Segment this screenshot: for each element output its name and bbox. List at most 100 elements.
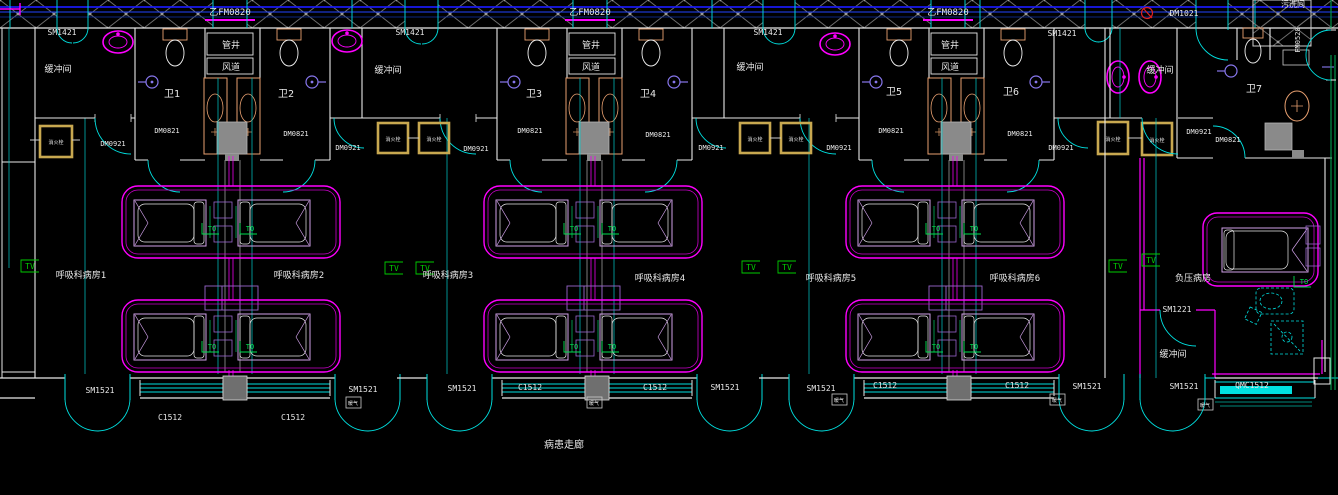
label-TV-70: TV xyxy=(1113,262,1123,271)
label-DM0921-39: DM0921 xyxy=(1048,144,1073,152)
label-DM0921-37: DM0921 xyxy=(698,144,723,152)
label-DM0821-27: DM0821 xyxy=(154,127,179,135)
label-TV-69: TV xyxy=(782,263,792,272)
dashed-equipment xyxy=(1245,288,1303,354)
label-fm0820-2: 乙FM0820 xyxy=(569,7,611,18)
label-SM1521-42: SM1521 xyxy=(86,386,115,395)
left-edge xyxy=(0,3,35,398)
label-DM0821-29: DM0821 xyxy=(517,127,542,135)
label-fm0520: FM0520 xyxy=(1294,27,1302,52)
label-暖气-94: 暖气 xyxy=(834,397,844,404)
label-C1512-49: C1512 xyxy=(158,413,182,422)
label-暖气-96: 暖气 xyxy=(1200,402,1210,409)
label-TV-67: TV xyxy=(420,264,430,273)
label-暖气-95: 暖气 xyxy=(1052,397,1062,404)
label-TO-84: TO xyxy=(1300,278,1308,286)
label-DM0821-32: DM0821 xyxy=(1007,130,1032,138)
label-消火栓-91: 消火栓 xyxy=(1149,137,1164,144)
label-消火栓-85: 消火栓 xyxy=(48,139,63,146)
label-room-5: 呼吸科病房5 xyxy=(806,272,856,284)
label-SM1521-43: SM1521 xyxy=(349,385,378,394)
label-TO-83: TO xyxy=(970,343,978,351)
label-TO-82: TO xyxy=(932,343,940,351)
sinks xyxy=(103,30,1161,93)
label-C1512-54: C1512 xyxy=(1005,381,1029,390)
cad-viewport[interactable]: 乙FM0820 乙FM0820 乙FM0820 DM1021 污洗间 SM1421 SM14… xyxy=(0,0,1338,495)
label-C1512-50: C1512 xyxy=(281,413,305,422)
label-shaft-1: 管井 xyxy=(222,39,240,51)
label-buffer-3: 缓冲间 xyxy=(736,61,763,73)
label-corridor: 病患走廊 xyxy=(544,438,584,451)
label-room-6: 呼吸科病房6 xyxy=(990,272,1040,284)
label-buffer-4: 缓冲间 xyxy=(1146,64,1173,76)
label-C1512-51: C1512 xyxy=(518,383,542,392)
label-DM0921-35: DM0921 xyxy=(335,144,360,152)
label-TO-80: TO xyxy=(932,225,940,233)
label-TO-76: TO xyxy=(570,225,578,233)
label-wc5: 卫5 xyxy=(886,87,902,98)
label-DM0821-28: DM0821 xyxy=(283,130,308,138)
label-TO-81: TO xyxy=(970,225,978,233)
label-TO-77: TO xyxy=(608,225,616,233)
label-TO-73: TO xyxy=(246,225,254,233)
label-sm1221: SM1221 xyxy=(1163,305,1192,314)
cad-canvas[interactable]: 乙FM0820 乙FM0820 乙FM0820 DM1021 污洗间 SM1421 SM14… xyxy=(0,0,1338,495)
label-TO-78: TO xyxy=(570,343,578,351)
label-TO-79: TO xyxy=(608,343,616,351)
ward-module-3 xyxy=(759,28,1124,431)
buffer-rooms xyxy=(35,28,1105,378)
label-SM1521-48: SM1521 xyxy=(1170,382,1199,391)
label-soiled-room: 污洗间 xyxy=(1281,0,1305,9)
label-buffer-1: 缓冲间 xyxy=(44,63,71,75)
label-buffer-5: 缓冲间 xyxy=(1159,348,1186,360)
label-fm0820-1: 乙FM0820 xyxy=(209,7,251,18)
label-消火栓-86: 消火栓 xyxy=(385,136,400,143)
label-wc1: 卫1 xyxy=(164,89,180,100)
label-消火栓-89: 消火栓 xyxy=(788,136,803,143)
label-room-2: 呼吸科病房2 xyxy=(274,269,324,281)
label-SM1521-46: SM1521 xyxy=(807,384,836,393)
label-DM0921-36: DM0921 xyxy=(463,145,488,153)
label-SM1521-44: SM1521 xyxy=(448,384,477,393)
label-wc4: 卫4 xyxy=(640,89,656,100)
label-暖气-93: 暖气 xyxy=(589,400,599,407)
label-wc7: 卫7 xyxy=(1246,84,1262,95)
label-DM0821-31: DM0821 xyxy=(878,127,903,135)
label-room-np: 负压病房 xyxy=(1175,272,1211,284)
ward-module-1 xyxy=(35,28,400,431)
label-TV-66: TV xyxy=(389,264,399,273)
label-room-3: 呼吸科病房3 xyxy=(423,269,473,281)
label-buffer-2: 缓冲间 xyxy=(374,64,401,76)
label-duct-1: 风道 xyxy=(222,61,240,73)
label-wc3: 卫3 xyxy=(526,89,542,100)
label-消火栓-88: 消火栓 xyxy=(747,136,762,143)
label-shaft-2: 管井 xyxy=(582,39,600,51)
top-wall-band xyxy=(0,0,1338,65)
label-room-1: 呼吸科病房1 xyxy=(56,269,106,281)
label-sm1421-4: SM1421 xyxy=(1048,29,1077,38)
label-TO-75: TO xyxy=(246,343,254,351)
label-DM0821-30: DM0821 xyxy=(645,131,670,139)
label-SM1521-47: SM1521 xyxy=(1073,382,1102,391)
label-shaft-3: 管井 xyxy=(941,39,959,51)
ward-module-2 xyxy=(397,28,762,431)
label-sm1421-2: SM1421 xyxy=(396,28,425,37)
label-TV-68: TV xyxy=(746,263,756,272)
radiator-boxes xyxy=(346,394,1213,410)
label-暖气-92: 暖气 xyxy=(348,400,358,407)
label-TO-74: TO xyxy=(208,343,216,351)
label-room-4: 呼吸科病房4 xyxy=(635,272,685,284)
label-DM0921-38: DM0921 xyxy=(826,144,851,152)
label-消火栓-87: 消火栓 xyxy=(426,136,441,143)
label-duct-2: 风道 xyxy=(582,61,600,73)
label-sm1421-1: SM1421 xyxy=(48,28,77,37)
label-wc2: 卫2 xyxy=(278,89,294,100)
label-TV-71: TV xyxy=(1146,256,1156,265)
label-dm1021: DM1021 xyxy=(1170,9,1199,18)
label-qmc1512: QMC1512 xyxy=(1235,381,1269,390)
label-C1512-52: C1512 xyxy=(643,383,667,392)
label-DM0821-33: DM0821 xyxy=(1215,136,1240,144)
label-TV-65: TV xyxy=(25,262,35,271)
label-DM0921-40: DM0921 xyxy=(1186,128,1211,136)
label-fm0820-3: 乙FM0820 xyxy=(927,7,969,18)
